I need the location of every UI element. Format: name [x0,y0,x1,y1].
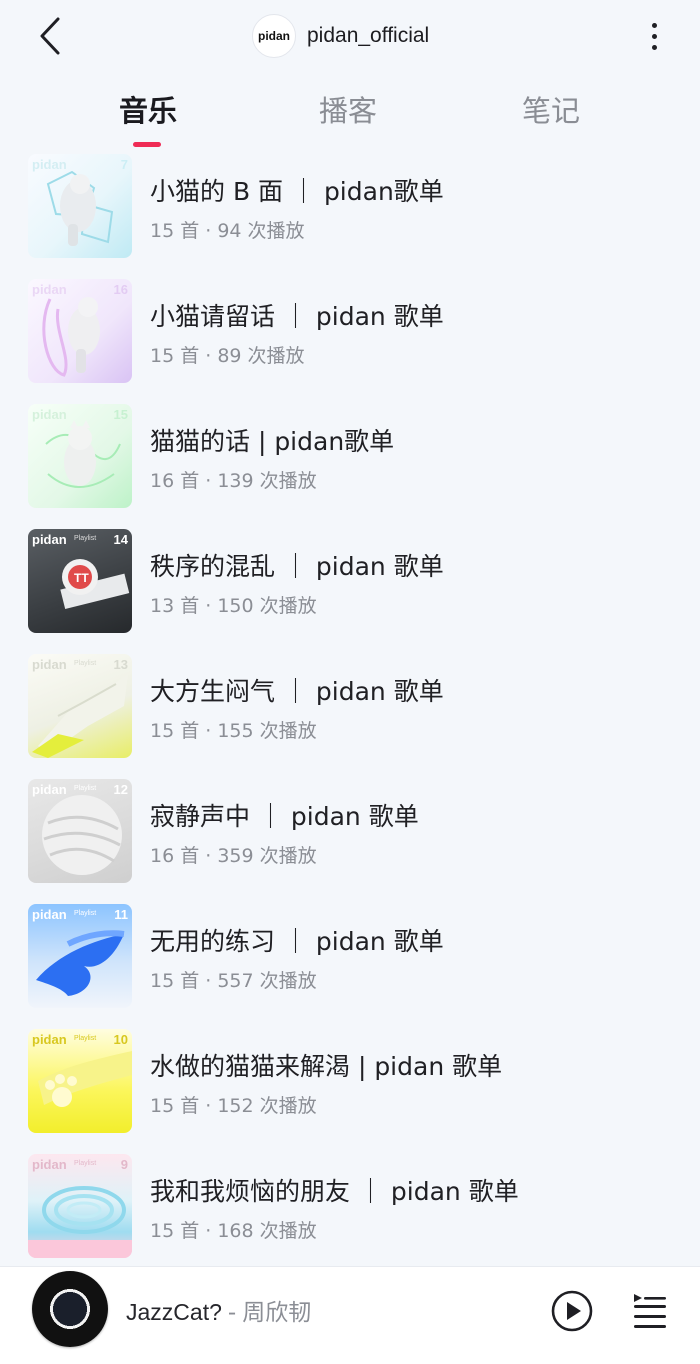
cover-brand: pidan [32,782,67,797]
cover-brand: pidan [32,1157,67,1172]
cover-subtitle: Playlist [74,535,97,542]
playlist-item[interactable]: pidan Playlist 13 大方生闷气 ｜ pidan 歌单 15 首 … [0,652,700,762]
playlist-title: 我和我烦恼的朋友 ｜ pidan 歌单 [150,1177,519,1206]
playlist-title: 无用的练习 ｜ pidan 歌单 [150,927,444,956]
playlist-item[interactable]: pidan Playlist 9 我和我烦恼的朋友 ｜ pidan 歌单 15 … [0,1152,700,1262]
active-tab-indicator [133,142,161,147]
cover-brand: pidan [32,657,67,672]
cover-number: 15 [113,407,128,422]
playlist-title: 秩序的混乱 ｜ pidan 歌单 [150,552,444,581]
playlist-title: 大方生闷气 ｜ pidan 歌单 [150,677,444,706]
cover-brand: pidan [32,532,67,547]
playlist-item[interactable]: pidan 7 小猫的 B 面 ｜ pidan歌单 15 首 · 94 次播放 [0,152,700,262]
track-name: JazzCat? [126,1299,222,1325]
playlist-item[interactable]: pidan Playlist 11 无用的练习 ｜ pidan 歌单 15 首 … [0,902,700,1012]
account-header[interactable]: pidan pidan_official [252,14,429,58]
now-playing[interactable]: JazzCat? - 周欣韧 [126,1293,311,1327]
cover-brand: pidan [32,907,67,922]
playlist-title: 小猫的 B 面 ｜ pidan歌单 [150,177,444,206]
playlist-cover: pidan 16 [28,279,132,383]
cover-brand: pidan [32,1032,67,1047]
tab-bar: 音乐 播客 笔记 [0,88,700,148]
tab-notes[interactable]: 笔记 [509,88,593,144]
playlist-meta: 15 首 · 557 次播放 [150,970,317,992]
cover-brand: pidan [32,407,67,422]
chevron-left-icon [40,17,60,55]
playlist-item[interactable]: pidan Playlist 10 水做的猫猫来解渴 | pidan 歌单 15… [0,1027,700,1137]
cover-number: 10 [113,1032,128,1047]
svg-text:TT: TT [74,571,89,585]
cover-brand: pidan [32,157,67,172]
tab-podcast[interactable]: 播客 [306,88,390,144]
cover-subtitle: Playlist [74,1035,97,1042]
track-artist: 周欣韧 [242,1300,312,1326]
playlist-cover: pidan Playlist 11 [28,904,132,1008]
playlist-queue-icon [634,1294,666,1328]
cover-subtitle: Playlist [74,660,97,667]
playlist-meta: 13 首 · 150 次播放 [150,595,317,617]
play-circle-icon [551,1290,593,1332]
cover-number: 16 [113,282,128,297]
playlist-cover: pidan Playlist 10 [28,1029,132,1133]
album-disc[interactable] [32,1271,108,1347]
playlist-cover: pidan 7 [28,154,132,258]
playlist-meta: 15 首 · 152 次播放 [150,1095,317,1117]
playlist-meta: 15 首 · 89 次播放 [150,345,305,367]
playlist-cover: pidan Playlist 12 [28,779,132,883]
playlist-title: 寂静声中 ｜ pidan 歌单 [150,802,419,831]
cover-number: 14 [113,532,128,547]
cover-brand: pidan [32,282,67,297]
cover-number: 7 [120,157,128,172]
track-separator: - [227,1300,237,1326]
playlist-item[interactable]: TT pidan Playlist 14 秩序的混乱 ｜ pidan 歌单 13… [0,527,700,637]
account-avatar: pidan [252,14,296,58]
tab-music[interactable]: 音乐 [106,88,190,144]
playlist-cover: pidan 15 [28,404,132,508]
avatar-logo-text: pidan [258,29,290,43]
playlist-item[interactable]: pidan 16 小猫请留话 ｜ pidan 歌单 15 首 · 89 次播放 [0,277,700,387]
playlist-meta: 16 首 · 359 次播放 [150,845,317,867]
playlist-title: 水做的猫猫来解渴 | pidan 歌单 [150,1052,503,1081]
mini-player[interactable]: JazzCat? - 周欣韧 [0,1266,700,1364]
cover-number: 13 [113,657,128,672]
cover-subtitle: Playlist [74,1160,97,1167]
playlist-cover: pidan Playlist 13 [28,654,132,758]
cover-number: 11 [114,907,128,922]
playlist-item[interactable]: pidan Playlist 12 寂静声中 ｜ pidan 歌单 16 首 ·… [0,777,700,887]
playlist-title: 猫猫的话 | pidan歌单 [150,427,395,456]
more-dot [651,44,657,50]
playlist-cover: TT pidan Playlist 14 [28,529,132,633]
playlist-title: 小猫请留话 ｜ pidan 歌单 [150,302,444,331]
playlist-meta: 15 首 · 94 次播放 [150,220,305,242]
cover-number: 9 [120,1157,128,1172]
cover-number: 12 [113,782,128,797]
playlist-item[interactable]: pidan 15 猫猫的话 | pidan歌单 16 首 · 139 次播放 [0,402,700,512]
playlist-meta: 15 首 · 155 次播放 [150,720,317,742]
more-vertical-icon [651,22,657,28]
cover-subtitle: Playlist [74,910,97,917]
account-name: pidan_official [307,24,430,47]
playlist-queue-button[interactable] [630,1291,670,1331]
play-button[interactable] [550,1289,594,1333]
back-button[interactable] [30,14,70,58]
playlist-meta: 16 首 · 139 次播放 [150,470,317,492]
playlist-cover: pidan Playlist 9 [28,1154,132,1258]
more-dot [651,33,657,39]
playlist-meta: 15 首 · 168 次播放 [150,1220,317,1242]
cover-subtitle: Playlist [74,785,97,792]
top-bar: pidan pidan_official [0,0,700,72]
more-options-button[interactable] [636,14,672,58]
